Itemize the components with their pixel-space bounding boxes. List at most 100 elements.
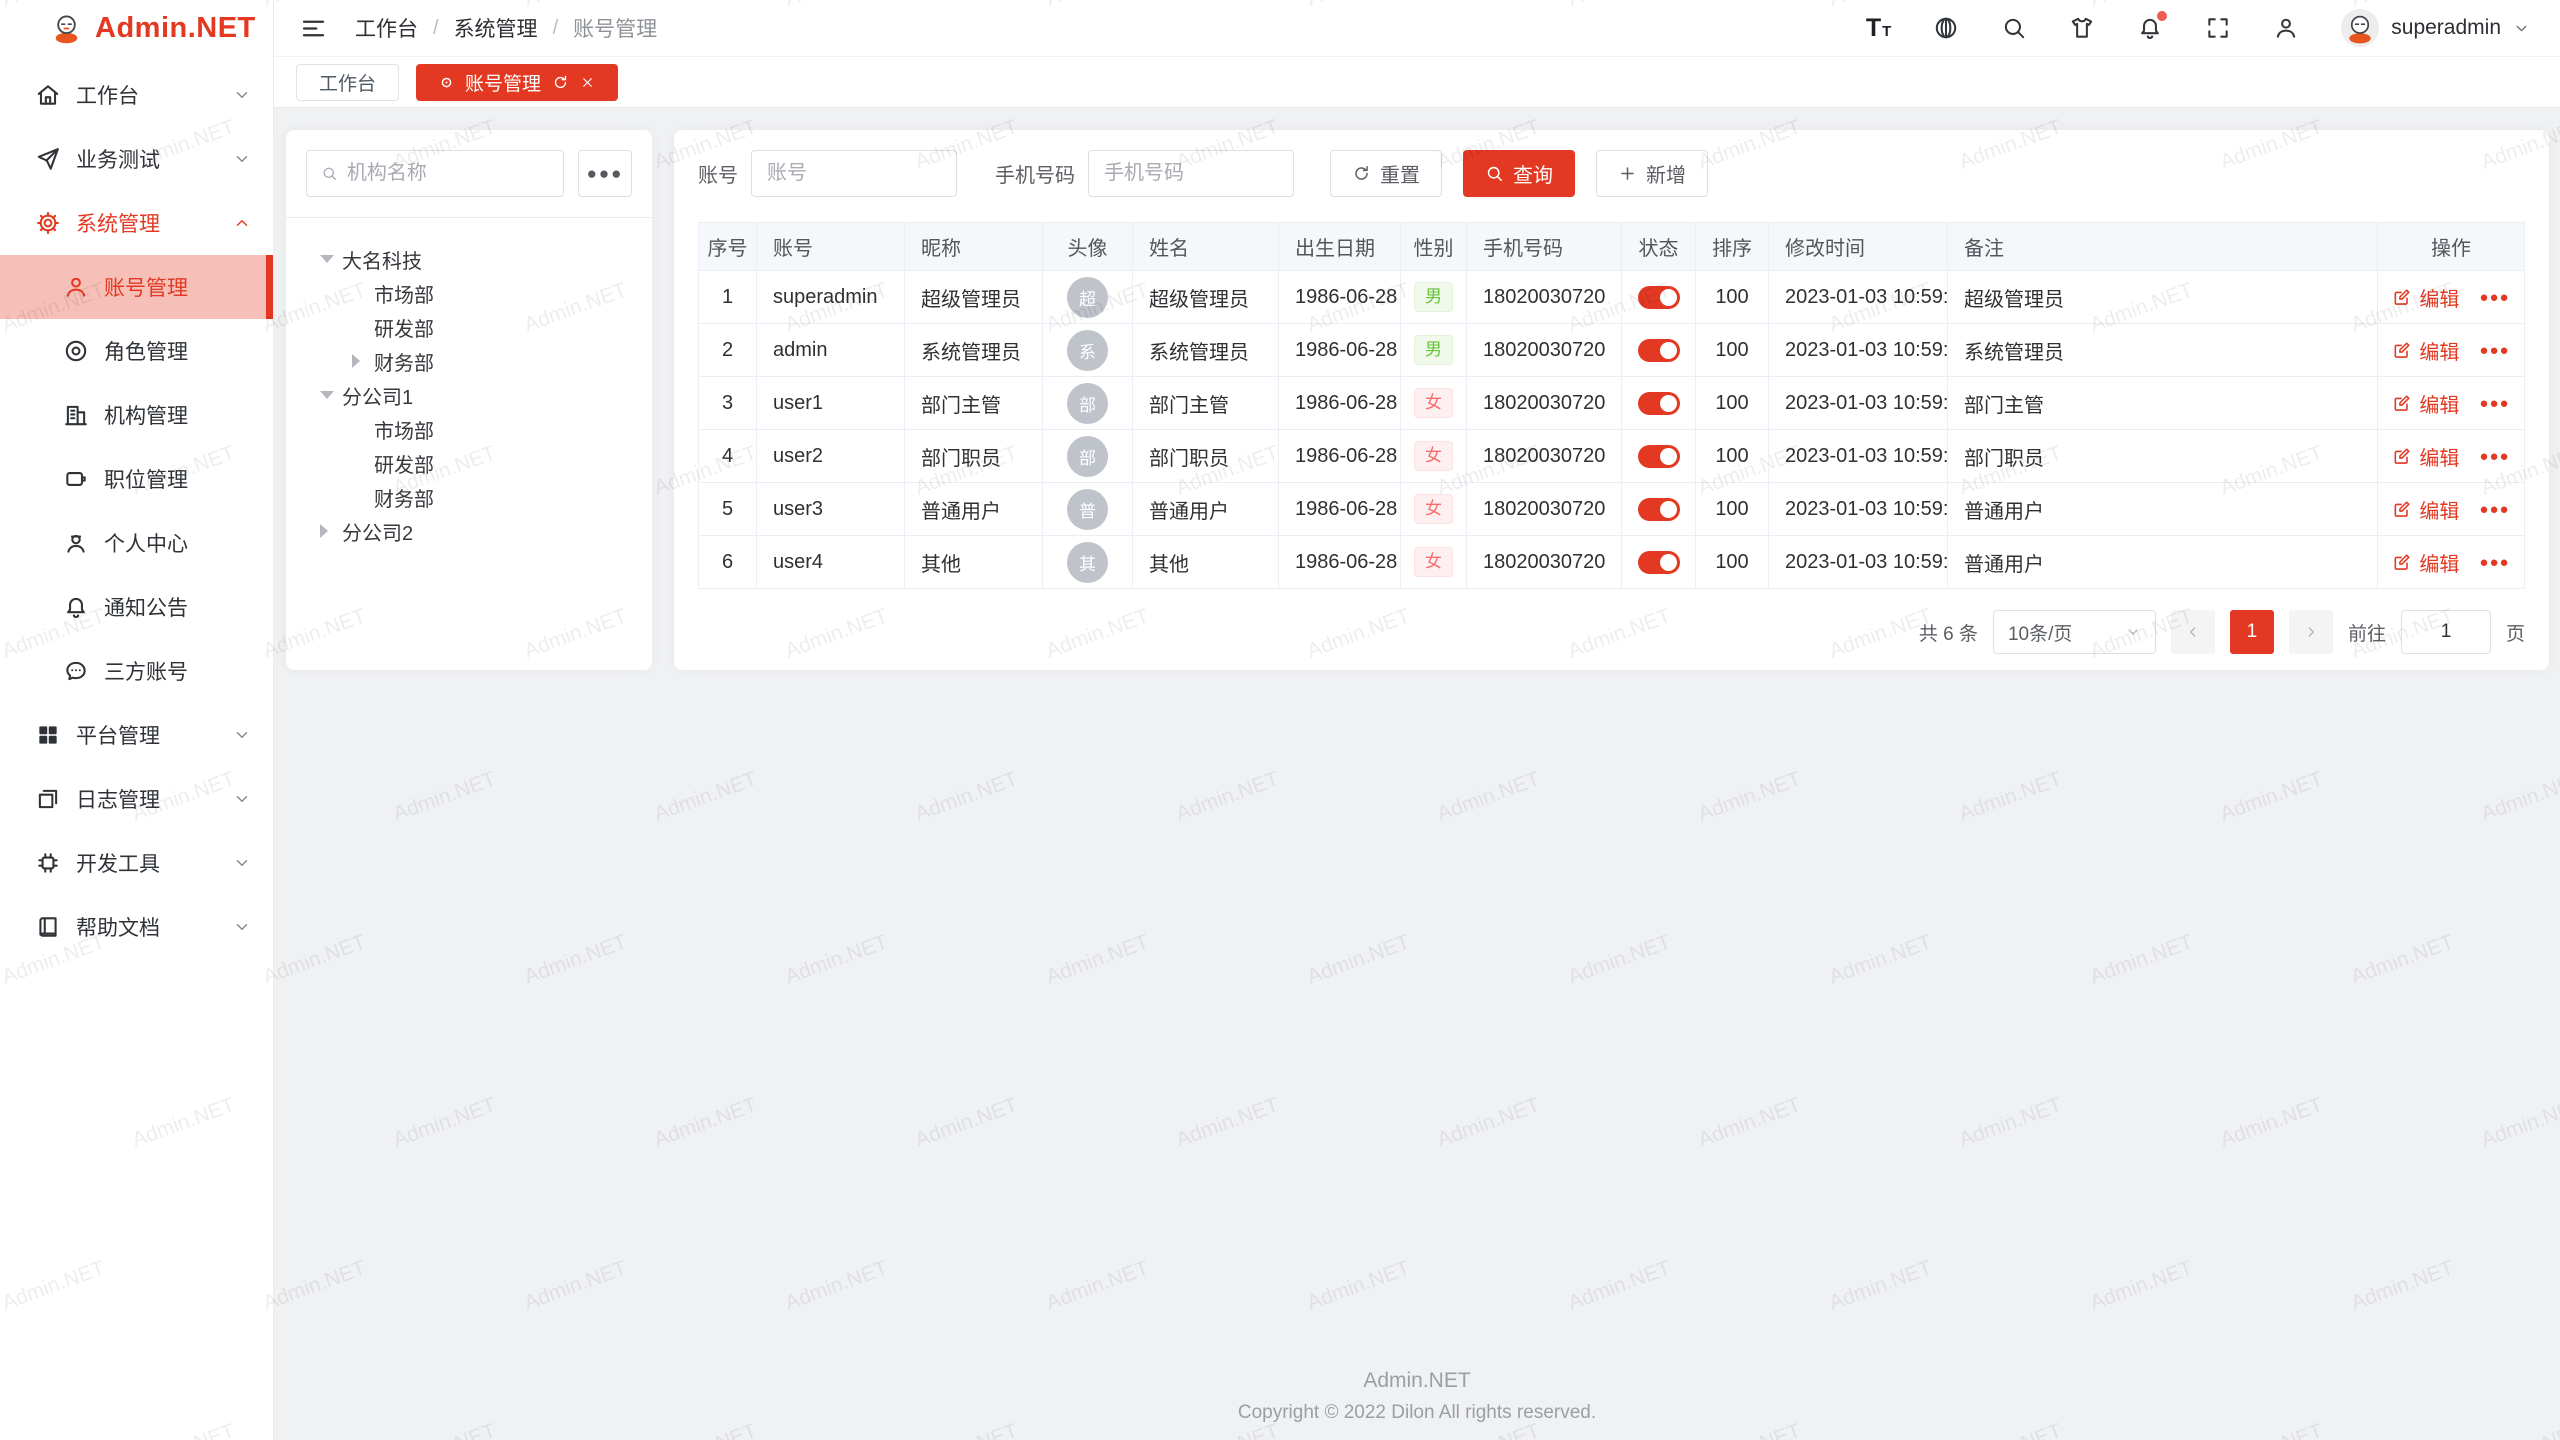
sidebar-item[interactable]: 系统管理 xyxy=(0,191,273,255)
tree-node[interactable]: 大名科技 xyxy=(306,242,632,276)
cell-nickname: 系统管理员 xyxy=(921,342,1021,364)
tab-account-management[interactable]: 账号管理 xyxy=(416,64,618,101)
column-header: 排序 xyxy=(1696,223,1769,271)
more-actions-button[interactable]: ●●● xyxy=(2479,395,2509,412)
tree-node[interactable]: 分公司2 xyxy=(306,514,632,548)
sidebar-subitem[interactable]: 通知公告 xyxy=(0,575,273,639)
sidebar-item[interactable]: 业务测试 xyxy=(0,127,273,191)
cell-remark: 部门主管 xyxy=(1964,395,2044,417)
docs-icon xyxy=(35,914,61,940)
sidebar-item[interactable]: 日志管理 xyxy=(0,767,273,831)
tree-node[interactable]: 财务部 xyxy=(306,344,632,378)
edit-button[interactable]: 编辑 xyxy=(2392,389,2459,418)
user-menu[interactable]: superadmin xyxy=(2341,9,2530,47)
cell-phone: 18020030720 xyxy=(1483,286,1605,308)
cell-sort: 100 xyxy=(1715,339,1748,361)
tree-node[interactable]: 研发部 xyxy=(306,446,632,480)
status-toggle[interactable] xyxy=(1638,551,1680,574)
sidebar-subitem[interactable]: 账号管理 xyxy=(0,255,273,319)
status-toggle[interactable] xyxy=(1638,498,1680,521)
edit-button[interactable]: 编辑 xyxy=(2392,442,2459,471)
next-page-button[interactable] xyxy=(2289,610,2333,654)
page-size-select[interactable]: 10条/页 xyxy=(1993,610,2156,654)
fullscreen-icon[interactable] xyxy=(2205,15,2231,41)
user-profile-icon[interactable] xyxy=(2273,15,2299,41)
more-actions-button[interactable]: ●●● xyxy=(2479,448,2509,465)
table-row: 5user3普通用户普普通用户1986-06-28女18020030720100… xyxy=(699,483,2525,536)
cell-account: user2 xyxy=(773,445,823,467)
current-page-button[interactable]: 1 xyxy=(2230,610,2274,654)
sidebar-item-label: 账号管理 xyxy=(104,272,188,302)
more-actions-button[interactable]: ●●● xyxy=(2479,554,2509,571)
sidebar-subitem[interactable]: 个人中心 xyxy=(0,511,273,575)
sidebar-item[interactable]: 帮助文档 xyxy=(0,895,273,959)
cell-birthday: 1986-06-28 xyxy=(1295,498,1397,520)
sidebar-item[interactable]: 工作台 xyxy=(0,63,273,127)
caret-down-icon xyxy=(320,391,342,399)
tree-node[interactable]: 分公司1 xyxy=(306,378,632,412)
font-size-icon[interactable]: TT xyxy=(1866,14,1891,43)
cell-name: 其他 xyxy=(1149,554,1189,576)
table-row: 6user4其他其其他1986-06-28女180200307201002023… xyxy=(699,536,2525,589)
edit-button[interactable]: 编辑 xyxy=(2392,495,2459,524)
avatar: 部 xyxy=(1067,383,1108,424)
prev-page-button[interactable] xyxy=(2171,610,2215,654)
sidebar-subitem[interactable]: 三方账号 xyxy=(0,639,273,703)
status-toggle[interactable] xyxy=(1638,445,1680,468)
sidebar-item[interactable]: 开发工具 xyxy=(0,831,273,895)
sidebar-subitem[interactable]: 机构管理 xyxy=(0,383,273,447)
account-input[interactable] xyxy=(751,150,957,197)
more-actions-button[interactable]: ●●● xyxy=(2479,501,2509,518)
more-actions-button[interactable]: ●●● xyxy=(2479,342,2509,359)
tree-node-label: 大名科技 xyxy=(342,245,422,274)
avatar: 超 xyxy=(1067,277,1108,318)
sidebar-item[interactable]: 平台管理 xyxy=(0,703,273,767)
caret-right-icon xyxy=(352,354,374,368)
breadcrumb-item[interactable]: 系统管理 xyxy=(454,13,538,43)
status-toggle[interactable] xyxy=(1638,286,1680,309)
sidebar-subitem[interactable]: 角色管理 xyxy=(0,319,273,383)
tab-workbench[interactable]: 工作台 xyxy=(296,64,399,101)
org-search-input[interactable] xyxy=(347,162,549,185)
theme-skin-icon[interactable] xyxy=(2069,15,2095,41)
cell-name: 普通用户 xyxy=(1149,501,1229,523)
edit-button[interactable]: 编辑 xyxy=(2392,283,2459,312)
sidebar-item-label: 开发工具 xyxy=(76,848,160,878)
cell-modified: 2023-01-03 10:59:44 xyxy=(1785,286,1948,308)
language-icon[interactable] xyxy=(1933,15,1959,41)
column-header: 操作 xyxy=(2378,223,2525,271)
cell-phone: 18020030720 xyxy=(1483,392,1605,414)
tree-node[interactable]: 市场部 xyxy=(306,412,632,446)
tree-node[interactable]: 财务部 xyxy=(306,480,632,514)
edit-button[interactable]: 编辑 xyxy=(2392,548,2459,577)
reset-button[interactable]: 重置 xyxy=(1330,150,1442,197)
phone-input[interactable] xyxy=(1088,150,1294,197)
refresh-tab-icon[interactable] xyxy=(552,74,569,91)
notification-bell-icon[interactable] xyxy=(2137,15,2163,41)
notification-badge xyxy=(2157,11,2167,21)
add-button[interactable]: 新增 xyxy=(1596,150,1708,197)
sidebar: Admin.NET 工作台业务测试系统管理账号管理角色管理机构管理职位管理个人中… xyxy=(0,0,274,1440)
grid-icon xyxy=(35,722,61,748)
sidebar-subitem[interactable]: 职位管理 xyxy=(0,447,273,511)
status-toggle[interactable] xyxy=(1638,339,1680,362)
tree-node[interactable]: 市场部 xyxy=(306,276,632,310)
breadcrumb-item[interactable]: 工作台 xyxy=(355,13,418,43)
cell-account: superadmin xyxy=(773,286,878,308)
edit-button[interactable]: 编辑 xyxy=(2392,336,2459,365)
search-button[interactable]: 查询 xyxy=(1463,150,1575,197)
goto-page-input[interactable] xyxy=(2401,610,2491,654)
status-toggle[interactable] xyxy=(1638,392,1680,415)
tree-node[interactable]: 研发部 xyxy=(306,310,632,344)
column-header: 出生日期 xyxy=(1279,223,1401,271)
tabs-bar: 工作台 账号管理 xyxy=(274,57,2560,108)
close-tab-icon[interactable] xyxy=(580,75,595,90)
more-actions-button[interactable]: ●●● xyxy=(2479,289,2509,306)
sidebar-item-label: 角色管理 xyxy=(104,336,188,366)
search-icon[interactable] xyxy=(2001,15,2027,41)
tree-more-button[interactable]: ●●● xyxy=(578,150,632,197)
menu-collapse-icon[interactable] xyxy=(300,15,327,42)
column-header: 修改时间 xyxy=(1769,223,1948,271)
post-icon xyxy=(63,466,89,492)
logo[interactable]: Admin.NET xyxy=(0,0,273,57)
